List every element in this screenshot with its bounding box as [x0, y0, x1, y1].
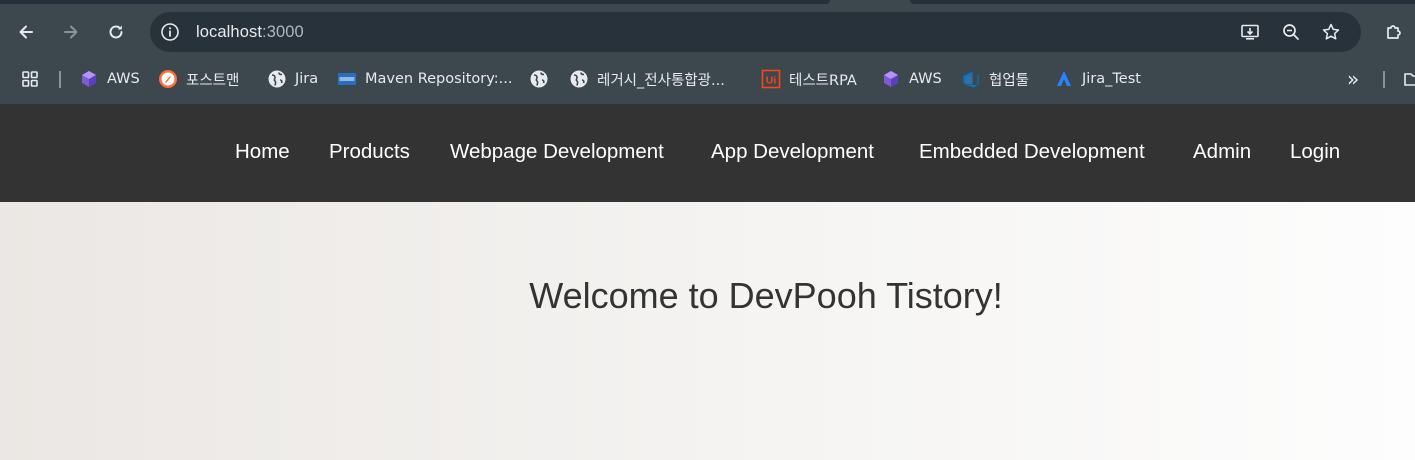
bookmarks-divider: [1383, 71, 1385, 88]
bookmark-jira[interactable]: Jira: [267, 62, 318, 96]
postman-icon: [158, 69, 178, 89]
bookmark-legacy[interactable]: 레거시_전사통합광...: [569, 62, 725, 96]
bookmark-label: AWS: [107, 71, 140, 87]
browser-toolbar: localhost:3000 AWS 포스트맨 Jira Maven Repos…: [0, 0, 1415, 104]
site-navbar: Home Products Webpage Development App De…: [0, 104, 1415, 202]
reload-button[interactable]: [100, 16, 132, 48]
other-bookmarks-button[interactable]: [1403, 62, 1415, 96]
apps-grid-icon: [20, 69, 40, 89]
forward-button[interactable]: [55, 16, 87, 48]
bookmark-label: Jira: [295, 71, 319, 87]
globe-icon: [569, 69, 589, 89]
folder-icon: [1403, 69, 1415, 89]
azure-devops-icon: [961, 69, 981, 89]
back-button[interactable]: [10, 16, 42, 48]
address-bar[interactable]: localhost:3000: [150, 12, 1361, 52]
tab-strip: [0, 0, 1415, 4]
url-port: :3000: [262, 23, 304, 41]
tab[interactable]: [0, 0, 830, 4]
nav-embedded-development[interactable]: Embedded Development: [919, 140, 1145, 164]
nav-app-development[interactable]: App Development: [711, 140, 874, 164]
maven-icon: [337, 69, 357, 89]
aws-cube-icon: [881, 69, 901, 89]
bookmark-jira-test[interactable]: Jira_Test: [1054, 62, 1141, 96]
svg-text:Ui: Ui: [766, 75, 777, 87]
chevron-double-right-icon: »: [1347, 67, 1360, 91]
nav-webpage-development[interactable]: Webpage Development: [450, 140, 664, 164]
bookmark-label: 포스트맨: [186, 72, 240, 89]
bookmark-label: 협업툴: [989, 72, 1030, 89]
url-host: localhost: [196, 23, 263, 41]
arrow-right-icon: [64, 25, 78, 39]
bookmark-maven[interactable]: Maven Repository:...: [337, 62, 512, 96]
apps-grid-button[interactable]: [20, 62, 40, 96]
bookmark-label: 테스트RPA: [789, 72, 857, 89]
puzzle-icon[interactable]: [1382, 18, 1406, 46]
nav-home[interactable]: Home: [235, 140, 290, 164]
info-icon[interactable]: [160, 22, 180, 42]
nav-products[interactable]: Products: [329, 140, 410, 164]
bookmark-label: Jira_Test: [1082, 71, 1141, 87]
globe-icon: [529, 69, 549, 89]
globe-icon: [267, 69, 287, 89]
jira-icon: [1054, 69, 1074, 89]
nav-login[interactable]: Login: [1290, 140, 1340, 164]
bookmark-aws[interactable]: AWS: [79, 62, 140, 96]
tab[interactable]: [910, 0, 1415, 4]
bookmark-postman[interactable]: 포스트맨: [158, 62, 239, 96]
url-text[interactable]: localhost:3000: [196, 23, 304, 42]
hero-title: Welcome to DevPooh Tistory!: [529, 275, 1003, 316]
uipath-icon: Ui: [761, 69, 781, 89]
bookmark-collab[interactable]: 협업툴: [961, 62, 1029, 96]
star-icon[interactable]: [1321, 22, 1341, 42]
bookmarks-bar: AWS 포스트맨 Jira Maven Repository:... 레거시_전…: [0, 62, 1415, 96]
arrow-left-icon: [19, 25, 33, 39]
bookmark-test-rpa[interactable]: Ui 테스트RPA: [761, 62, 857, 96]
bookmarks-divider: [59, 71, 61, 88]
install-app-icon[interactable]: [1240, 22, 1260, 42]
bookmark-label: 레거시_전사통합광...: [597, 72, 725, 89]
reload-icon: [109, 25, 123, 39]
zoom-icon[interactable]: [1281, 22, 1301, 42]
bookmark-globe[interactable]: [529, 62, 557, 96]
bookmark-label: Maven Repository:...: [365, 71, 513, 87]
aws-cube-icon: [79, 69, 99, 89]
more-bookmarks-button[interactable]: »: [1347, 62, 1359, 96]
bookmark-aws-2[interactable]: AWS: [881, 62, 942, 96]
bookmark-label: AWS: [909, 71, 942, 87]
nav-admin[interactable]: Admin: [1193, 140, 1251, 164]
hero-section: Welcome to DevPooh Tistory!: [0, 202, 1415, 460]
